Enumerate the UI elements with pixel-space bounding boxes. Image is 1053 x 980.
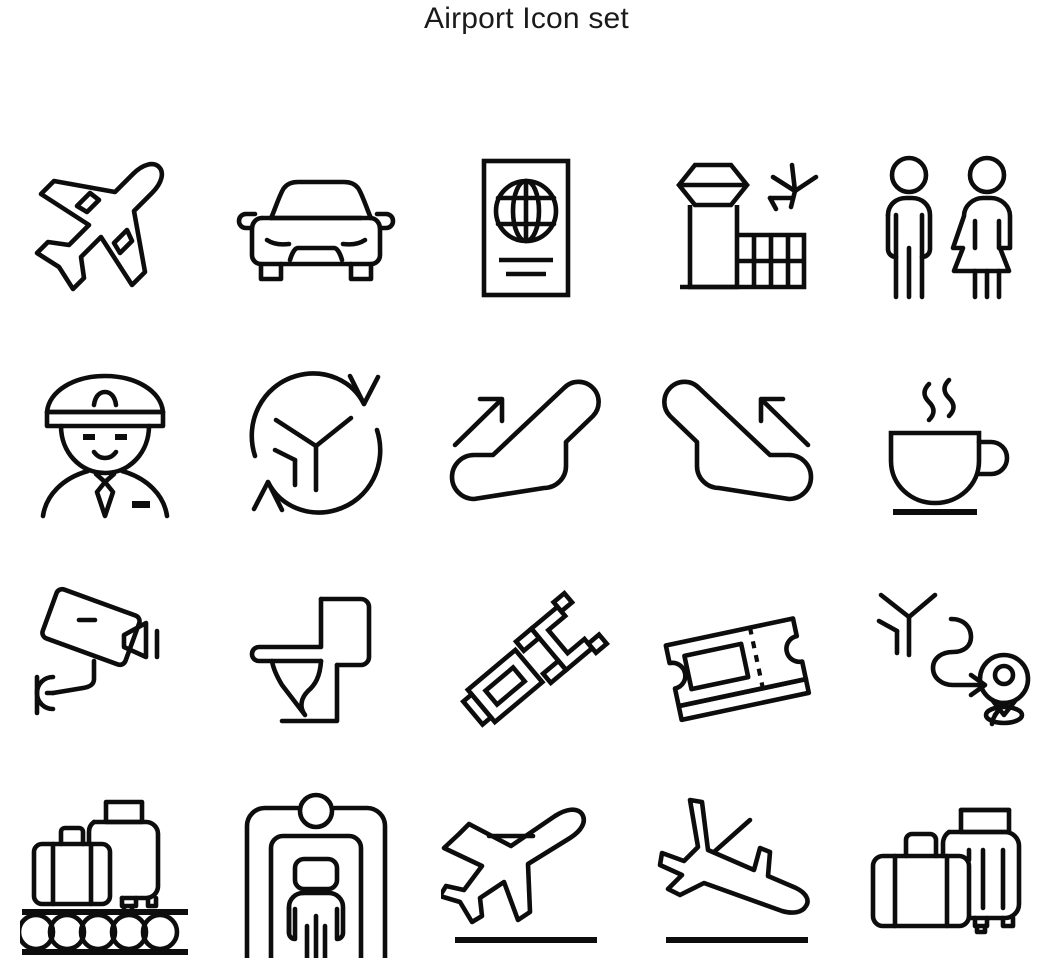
icon-cell-escalator-down[interactable]: Escalator down [632, 335, 843, 550]
icon-cell-luggage[interactable]: Luggage [842, 765, 1053, 980]
luggage-suitcases-icon [870, 807, 1021, 934]
departure-plane-icon [441, 806, 598, 943]
passport-globe-icon [482, 158, 571, 297]
arrival-plane-icon [657, 797, 810, 943]
pilot-captain-icon [40, 373, 170, 518]
flight-route-pin-icon [876, 592, 1030, 726]
icon-cell-toilet[interactable]: Toilet [211, 550, 422, 765]
icon-cell-flight-route[interactable]: Flight route [842, 550, 1053, 765]
flight-transfer-clock-icon [249, 370, 383, 515]
airplane-diagonal-icon [34, 161, 165, 291]
cctv-camera-icon [34, 586, 160, 715]
page-title: Airport Icon set [424, 2, 629, 35]
icon-cell-baggage-claim[interactable]: Baggage claim [0, 765, 211, 980]
coffee-cup-icon [888, 377, 1009, 515]
icon-cell-passport[interactable]: Passport [421, 120, 632, 335]
seatbelt-buckle-icon [460, 589, 611, 728]
icon-cell-departure[interactable]: Departure [421, 765, 632, 980]
icon-cell-arrival[interactable]: Arrival [632, 765, 843, 980]
car-front-icon [236, 179, 396, 281]
icon-sheet: Airport Icon set Airplane [0, 0, 1053, 980]
icon-cell-tickets[interactable]: Tickets [632, 550, 843, 765]
icon-cell-airplane[interactable]: Airplane [0, 120, 211, 335]
icon-cell-flight-transfer[interactable]: Flight transfer [211, 335, 422, 550]
airport-terminal-icon [676, 162, 819, 289]
icon-cell-cctv[interactable]: Security camera [0, 550, 211, 765]
icon-cell-car[interactable]: Car rental [211, 120, 422, 335]
icon-cell-terminal[interactable]: Airport terminal [632, 120, 843, 335]
icon-cell-pilot[interactable]: Pilot [0, 335, 211, 550]
escalator-down-icon [662, 379, 814, 501]
icon-cell-escalator-up[interactable]: Escalator up [421, 335, 632, 550]
restroom-man-woman-icon [885, 155, 1012, 299]
escalator-up-icon [450, 379, 602, 501]
icon-cell-restroom[interactable]: Restrooms [842, 120, 1053, 335]
baggage-claim-belt-icon [20, 799, 189, 955]
icon-cell-coffee[interactable]: Cafe [842, 335, 1053, 550]
boarding-tickets-icon [663, 615, 812, 722]
security-scanner-gate-icon [244, 792, 388, 958]
toilet-icon [249, 596, 372, 723]
icon-cell-security-scanner[interactable]: Security check [211, 765, 422, 980]
icon-grid: Airplane Car rental [0, 120, 1053, 980]
icon-cell-seatbelt[interactable]: Seatbelt [421, 550, 632, 765]
